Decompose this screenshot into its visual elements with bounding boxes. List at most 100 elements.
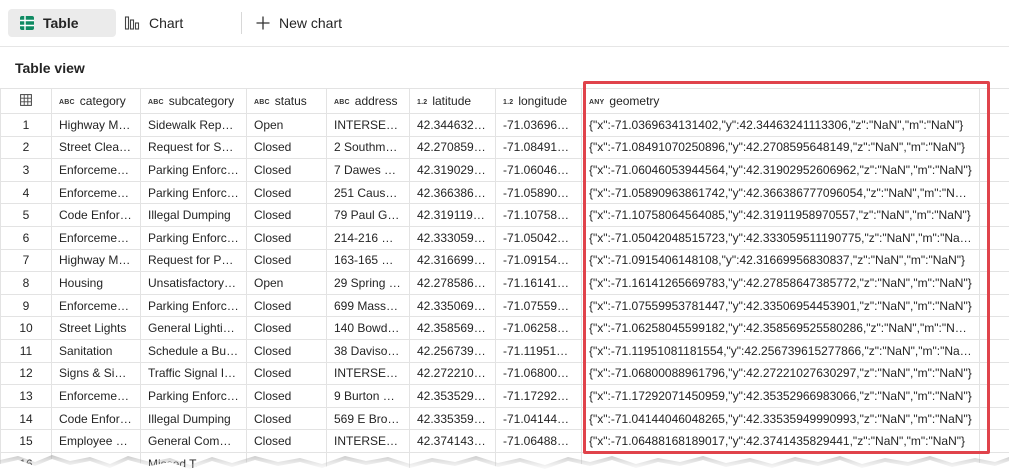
cell-geometry[interactable]: {"x":-71.06046053944564,"y":42.319029526… <box>581 158 980 182</box>
cell-category[interactable]: Sanitation <box>51 338 141 363</box>
cell-latitude[interactable]: 42.31669956... <box>409 248 496 273</box>
cell-latitude[interactable]: 42.31911958... <box>409 203 496 227</box>
cell-category[interactable]: Highway Mai... <box>51 113 141 137</box>
cell-geometry[interactable]: {"x":-71.11951081181554,"y":42.256739615… <box>581 338 980 363</box>
cell-geometry[interactable]: {"x":-71.04144046048265,"y":42.335359499… <box>581 406 980 431</box>
cell-geometry[interactable]: {"x":-71.05890963861742,"y":42.366386777… <box>581 180 980 205</box>
cell-subcategory[interactable]: Illegal Dumping <box>140 203 247 227</box>
cell-subcategory[interactable]: Traffic Signal Ins... <box>140 361 247 386</box>
table-row[interactable]: 1 Highway Mai... Sidewalk Repair ... Open IN… <box>0 113 1009 137</box>
table-row[interactable]: 5 Code Enforce... Illegal Dumping Closed 79 … <box>0 203 1009 227</box>
cell-status[interactable]: Closed <box>246 203 327 227</box>
chart-tab[interactable]: Chart <box>124 9 183 37</box>
table-row[interactable]: 8 Housing Unsatisfactory Li... Open 29 Sprin… <box>0 271 1009 295</box>
table-row[interactable]: 7 Highway Mai... Request for Poth... Closed… <box>0 248 1009 273</box>
cell-longitude[interactable]: -71.09154061... <box>495 248 582 273</box>
select-all-header[interactable] <box>0 88 52 114</box>
table-row[interactable]: 13 Enforcement ... Parking Enforce... Close… <box>0 384 1009 408</box>
cell-status[interactable]: Closed <box>246 158 327 182</box>
cell-subcategory[interactable]: Parking Enforce... <box>140 384 247 408</box>
cell-subcategory[interactable]: Parking Enforce... <box>140 158 247 182</box>
cell-longitude[interactable]: -71.08491070... <box>495 135 582 160</box>
cell-category[interactable]: Enforcement ... <box>51 225 141 250</box>
cell-status[interactable]: Closed <box>246 293 327 318</box>
cell-address[interactable]: 214-216 Dor... <box>326 225 410 250</box>
table-row[interactable]: 12 Signs & Signals Traffic Signal Ins... Cl… <box>0 361 1009 386</box>
cell-status[interactable]: Open <box>246 113 327 137</box>
cell-geometry[interactable]: {"x":-71.06258045599182,"y":42.358569525… <box>581 316 980 340</box>
cell-longitude[interactable]: -71.11951081... <box>495 338 582 363</box>
cell-subcategory[interactable]: General Lighting... <box>140 316 247 340</box>
cell-geometry[interactable]: {"x":-71.0915406148108,"y":42.3166995683… <box>581 248 980 273</box>
table-row[interactable]: 4 Enforcement ... Parking Enforce... Closed… <box>0 180 1009 205</box>
column-header-address[interactable]: ABC address <box>326 88 410 114</box>
cell-status[interactable]: Closed <box>246 248 327 273</box>
column-header-category[interactable]: ABC category <box>51 88 141 114</box>
table-row[interactable]: 11 Sanitation Schedule a Bulk ... Closed 38 … <box>0 338 1009 363</box>
cell-latitude[interactable]: 42.33305951... <box>409 225 496 250</box>
cell-longitude[interactable]: -71.07559953... <box>495 293 582 318</box>
cell-category[interactable]: Code Enforce... <box>51 203 141 227</box>
cell-address[interactable]: INTERSECTI... <box>326 113 410 137</box>
cell-address[interactable]: 163-165 Cra... <box>326 248 410 273</box>
cell-address[interactable]: 2 Southmer... <box>326 135 410 160</box>
cell-longitude[interactable]: -71.05890963... <box>495 180 582 205</box>
cell-latitude[interactable]: 42.35856952... <box>409 316 496 340</box>
cell-category[interactable]: Housing <box>51 271 141 295</box>
column-header-longitude[interactable]: 1.2 longitude <box>495 88 582 114</box>
cell-longitude[interactable]: -71.10758064... <box>495 203 582 227</box>
cell-longitude[interactable]: -71.16141265... <box>495 271 582 295</box>
cell-category[interactable]: Enforcement ... <box>51 180 141 205</box>
cell-subcategory[interactable]: Illegal Dumping <box>140 406 247 431</box>
cell-status[interactable]: Closed <box>246 361 327 386</box>
cell-latitude[interactable]: 42.33506954... <box>409 293 496 318</box>
cell-latitude[interactable]: 42.27085956... <box>409 135 496 160</box>
cell-subcategory[interactable]: Parking Enforce... <box>140 225 247 250</box>
cell-longitude[interactable]: -71.06800088... <box>495 361 582 386</box>
cell-address[interactable]: 569 E Broad... <box>326 406 410 431</box>
cell-status[interactable]: Closed <box>246 135 327 160</box>
cell-geometry[interactable]: {"x":-71.0369634131402,"y":42.3446324111… <box>581 113 980 137</box>
cell-longitude[interactable]: -71.06046053... <box>495 158 582 182</box>
cell-subcategory[interactable]: Schedule a Bulk ... <box>140 338 247 363</box>
cell-address[interactable]: 251 Causew... <box>326 180 410 205</box>
cell-status[interactable]: Open <box>246 271 327 295</box>
cell-geometry[interactable]: {"x":-71.06800088961796,"y":42.272210276… <box>581 361 980 386</box>
cell-category[interactable]: Enforcement ... <box>51 384 141 408</box>
cell-address[interactable]: 7 Dawes St ... <box>326 158 410 182</box>
cell-geometry[interactable]: {"x":-71.07559953781447,"y":42.335069544… <box>581 293 980 318</box>
cell-geometry[interactable]: {"x":-71.16141265669783,"y":42.278586473… <box>581 271 980 295</box>
cell-status[interactable]: Closed <box>246 406 327 431</box>
cell-longitude[interactable]: -71.05042048... <box>495 225 582 250</box>
cell-category[interactable]: Street Lights <box>51 316 141 340</box>
cell-subcategory[interactable]: Sidewalk Repair ... <box>140 113 247 137</box>
cell-subcategory[interactable]: Parking Enforce... <box>140 180 247 205</box>
cell-latitude[interactable]: 42.34463241... <box>409 113 496 137</box>
cell-address[interactable]: 38 Davison S... <box>326 338 410 363</box>
cell-address[interactable]: 79 Paul Gore... <box>326 203 410 227</box>
cell-status[interactable]: Closed <box>246 225 327 250</box>
cell-status[interactable]: Closed <box>246 316 327 340</box>
cell-status[interactable]: Closed <box>246 180 327 205</box>
cell-latitude[interactable]: 42.35352966... <box>409 384 496 408</box>
cell-subcategory[interactable]: Request for Sno... <box>140 135 247 160</box>
table-tab[interactable]: Table <box>8 9 116 37</box>
cell-category[interactable]: Code Enforce... <box>51 406 141 431</box>
cell-latitude[interactable]: 42.27221027... <box>409 361 496 386</box>
new-chart-button[interactable]: New chart <box>254 9 342 37</box>
cell-longitude[interactable]: -71.04144046... <box>495 406 582 431</box>
table-row[interactable]: 2 Street Cleaning Request for Sno... Closed… <box>0 135 1009 160</box>
cell-longitude[interactable]: -71.06258045... <box>495 316 582 340</box>
cell-status[interactable]: Closed <box>246 338 327 363</box>
cell-latitude[interactable]: 42.27858647... <box>409 271 496 295</box>
cell-address[interactable]: 140 Bowdoi... <box>326 316 410 340</box>
cell-latitude[interactable]: 42.31902952... <box>409 158 496 182</box>
cell-geometry[interactable]: {"x":-71.05042048515723,"y":42.333059511… <box>581 225 980 250</box>
cell-address[interactable]: 29 Spring St ... <box>326 271 410 295</box>
cell-latitude[interactable]: 42.36638677... <box>409 180 496 205</box>
cell-subcategory[interactable]: Unsatisfactory Li... <box>140 271 247 295</box>
table-row[interactable]: 6 Enforcement ... Parking Enforce... Closed… <box>0 225 1009 250</box>
cell-latitude[interactable]: 42.25673961... <box>409 338 496 363</box>
cell-address[interactable]: 9 Burton St ... <box>326 384 410 408</box>
cell-category[interactable]: Enforcement ... <box>51 158 141 182</box>
